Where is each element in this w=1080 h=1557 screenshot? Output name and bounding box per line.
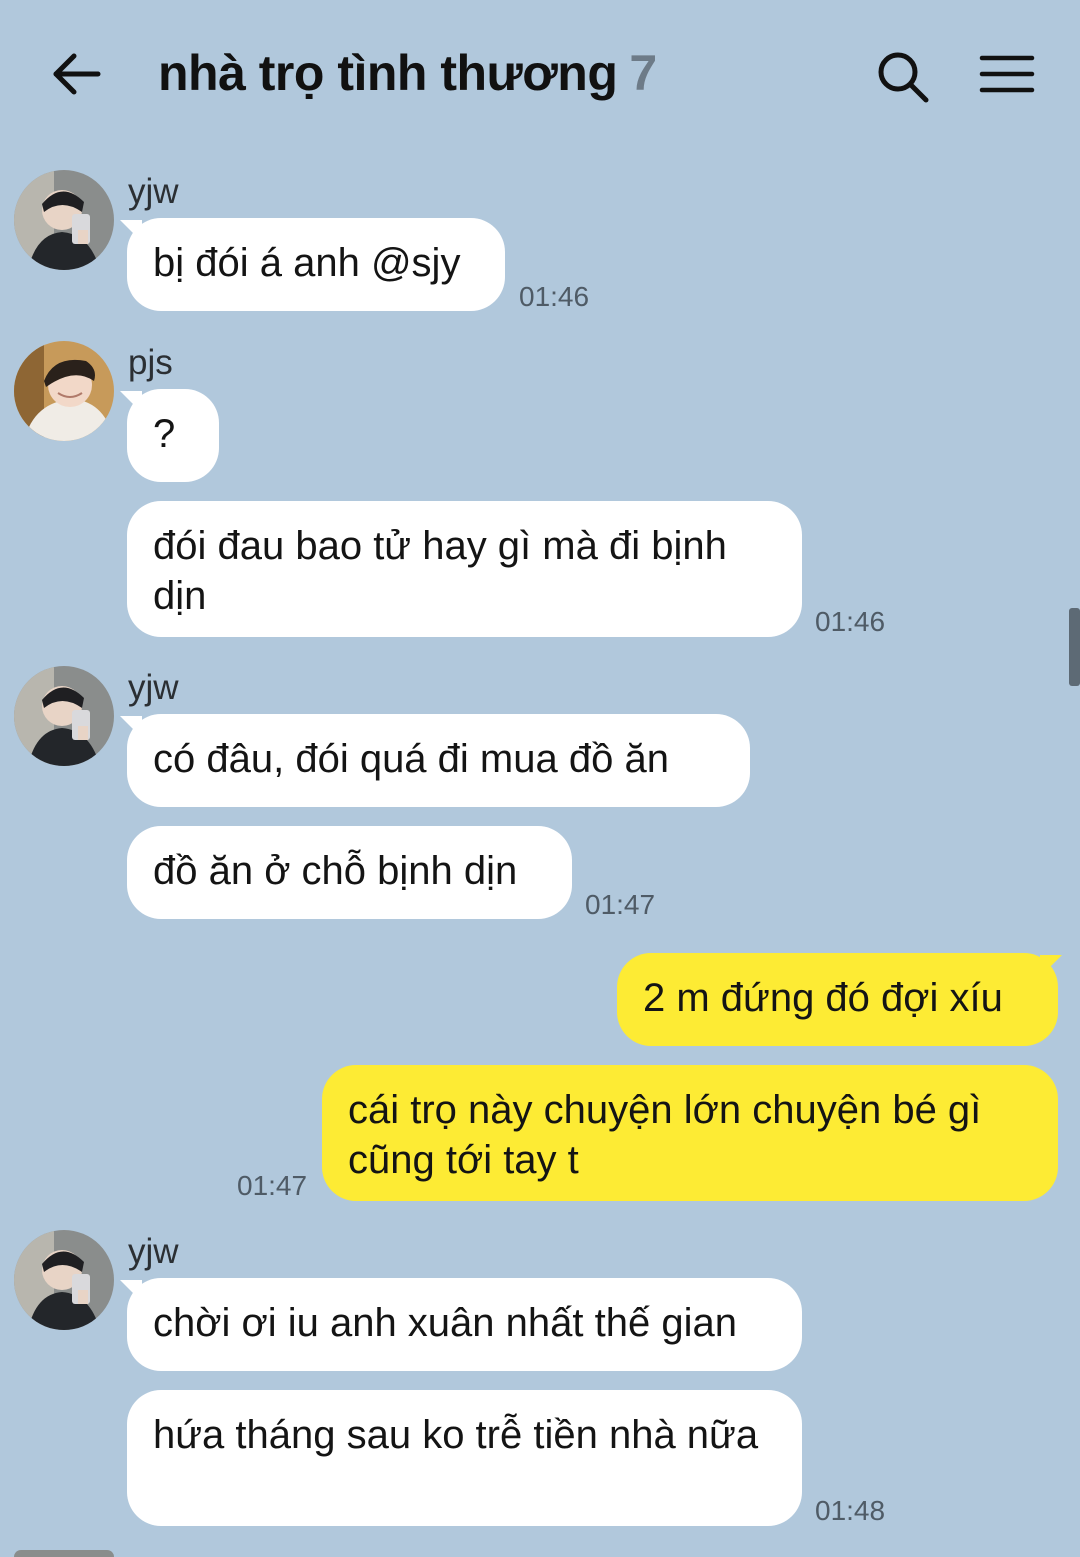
message-text: đồ ăn ở chỗ bịnh dịn <box>153 849 518 893</box>
message-time: 01:48 <box>815 1495 886 1526</box>
message-time: 01:46 <box>815 606 886 637</box>
scrollbar[interactable] <box>1069 608 1080 686</box>
message-text: cái trọ này chuyện lớn chuyện bé gì cũng… <box>348 1088 982 1182</box>
outgoing-message-bubble[interactable]: cái trọ này chuyện lớn chuyện bé gì cũng… <box>322 1065 1058 1201</box>
chat-header: nhà trọ tình thương 7 <box>0 0 1080 150</box>
member-count: 7 <box>629 45 657 101</box>
sender-name: yjw <box>128 172 179 211</box>
avatar-yjw[interactable] <box>14 1230 114 1330</box>
outgoing-message-bubble[interactable]: 2 m đứng đó đợi xíu <box>617 953 1058 1046</box>
message-time: 01:47 <box>237 1170 308 1201</box>
message-text: ? <box>153 412 176 456</box>
message-text: chời ơi iu anh xuân nhất thế gian <box>153 1301 737 1345</box>
message-text: 2 m đứng đó đợi xíu <box>643 976 1003 1020</box>
message-bubble[interactable]: chời ơi iu anh xuân nhất thế gian <box>127 1278 802 1371</box>
sender-name: yjw <box>128 1232 179 1271</box>
avatar-yjw[interactable] <box>14 666 114 766</box>
message-text: hứa tháng sau ko trễ tiền nhà nữa <box>153 1413 759 1457</box>
avatar-yjw[interactable] <box>14 170 114 270</box>
avatar-pjs[interactable] <box>14 341 114 441</box>
search-button[interactable] <box>872 46 934 108</box>
message-text: bị đói á anh @sjy <box>153 241 461 285</box>
menu-icon <box>979 55 1035 93</box>
message-bubble[interactable]: bị đói á anh @sjy <box>127 218 505 311</box>
message-text: đói đau bao tử hay gì mà đi bịnh dịn <box>153 524 727 618</box>
message-text: có đâu, đói quá đi mua đồ ăn <box>153 737 669 781</box>
message-bubble[interactable]: hứa tháng sau ko trễ tiền nhà nữa <box>127 1390 802 1526</box>
message-bubble[interactable]: ? <box>127 389 219 482</box>
message-time: 01:47 <box>585 889 656 920</box>
back-arrow-icon <box>53 53 101 95</box>
chat-title-text: nhà trọ tình thương <box>158 45 618 101</box>
avatar-partial <box>14 1550 114 1557</box>
sender-name: yjw <box>128 668 179 707</box>
menu-button[interactable] <box>976 48 1038 104</box>
back-button[interactable] <box>44 42 108 106</box>
message-bubble[interactable]: đói đau bao tử hay gì mà đi bịnh dịn <box>127 501 802 637</box>
chat-title: nhà trọ tình thương 7 <box>158 44 657 102</box>
search-icon <box>878 52 929 103</box>
sender-name: pjs <box>128 343 173 382</box>
message-time: 01:46 <box>519 281 590 312</box>
message-bubble[interactable]: đồ ăn ở chỗ bịnh dịn <box>127 826 572 919</box>
message-bubble[interactable]: có đâu, đói quá đi mua đồ ăn <box>127 714 750 807</box>
